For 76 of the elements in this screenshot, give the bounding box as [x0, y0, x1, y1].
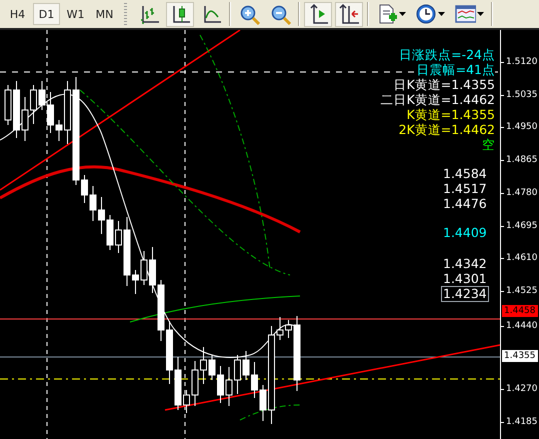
candle [200, 346, 207, 384]
candle [4, 84, 12, 126]
timeframe-button[interactable]: D1 [33, 3, 60, 25]
zoom-out-icon [269, 3, 291, 25]
candle [192, 360, 198, 406]
band-line [240, 404, 300, 420]
price-level-label: 1.4517 [442, 181, 488, 197]
axis-label: 1.5035 [506, 88, 538, 101]
candle [64, 80, 71, 144]
candle [140, 250, 148, 286]
candle [183, 390, 190, 414]
axis-label: 1.5120 [506, 56, 538, 68]
indicator-text: K黄道=1.4355 [406, 107, 495, 122]
axis-label: 1.4950 [506, 121, 538, 134]
candle [124, 216, 130, 286]
axis-label: 1.4610 [506, 252, 538, 264]
bar-chart-icon [138, 3, 160, 25]
candle [166, 320, 173, 384]
candle [106, 214, 114, 250]
indicator-text: 日K黄道=1.4355 [394, 77, 495, 92]
candle [149, 246, 156, 294]
caret-icon [399, 12, 406, 16]
axis-label: 1.4525 [506, 284, 538, 297]
timeframe-button[interactable]: H4 [4, 3, 31, 25]
price-level-label: 1.4234 [441, 286, 489, 302]
toolbar-button[interactable] [304, 2, 332, 26]
candle [90, 186, 96, 222]
shift-icon [338, 3, 360, 25]
caret-icon [477, 12, 484, 16]
candle [38, 80, 46, 110]
toolbar-button[interactable] [335, 2, 363, 26]
candle [285, 320, 292, 338]
candle [22, 96, 28, 142]
clock-icon [415, 3, 437, 25]
candle [174, 356, 182, 410]
price-level-label: 1.4476 [442, 196, 488, 212]
timeframe-button[interactable]: W1 [62, 3, 89, 25]
price-level-label: 1.4301 [442, 271, 488, 287]
candle [276, 316, 284, 340]
candle [81, 174, 88, 204]
candle [242, 350, 250, 380]
candle [158, 280, 164, 342]
timeframe-button[interactable]: MN [91, 3, 118, 25]
candle [226, 366, 232, 406]
candle [234, 354, 241, 394]
price-level-label: 1.4409 [442, 225, 488, 241]
price-marker: 1.4355 [502, 350, 538, 362]
candle [13, 80, 20, 138]
indicator-text: 2K黄道=1.4462 [398, 122, 495, 137]
indicator-text: 日涨跌点=-24点 [399, 47, 495, 62]
candle [30, 84, 37, 124]
template-icon [454, 3, 476, 25]
candle [260, 384, 266, 422]
axis-label: 1.4695 [506, 220, 538, 232]
price-marker: 1.4458 [502, 305, 538, 317]
indicator-text: 日震幅=41点 [416, 62, 495, 77]
candle [132, 270, 139, 294]
axis-label: 1.4440 [506, 320, 538, 332]
candle [98, 196, 105, 234]
candle [217, 366, 224, 404]
zoom-in-icon [238, 3, 260, 25]
candle [47, 92, 54, 134]
candle [208, 354, 216, 380]
toolbar-button[interactable] [166, 2, 194, 26]
axis-label: 1.4270 [506, 383, 538, 395]
candle [115, 220, 122, 254]
price-level-label: 1.4584 [442, 166, 488, 182]
axis-label: 1.4780 [506, 186, 538, 199]
price-level-label: 1.4342 [442, 256, 488, 272]
candle [56, 120, 62, 142]
indicator-text: 空 [482, 137, 495, 152]
candle [251, 362, 258, 398]
axis-label: 1.4185 [506, 416, 538, 428]
caret-icon [438, 12, 445, 16]
axis-label: 1.4865 [506, 154, 538, 166]
indicator-text: 二日K黄道=1.4462 [380, 92, 495, 107]
